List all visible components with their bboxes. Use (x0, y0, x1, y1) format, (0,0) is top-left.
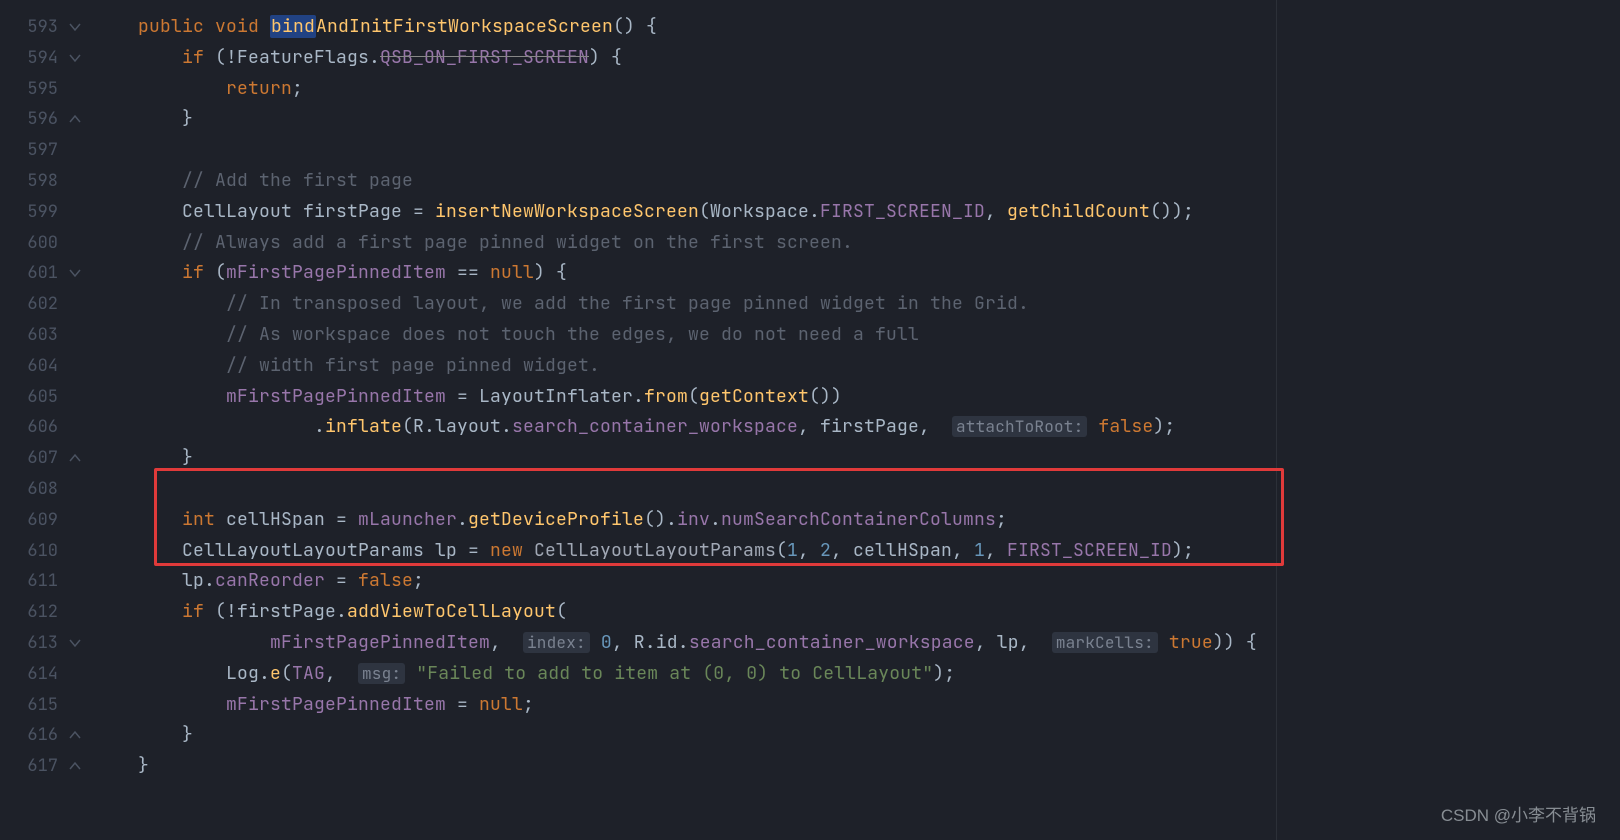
line-number: 613 (0, 628, 58, 659)
code-line[interactable]: CellLayoutLayoutParams lp = new CellLayo… (86, 536, 1620, 567)
code-editor[interactable]: 5935945955965975985996006016026036046056… (0, 0, 1620, 840)
fold-close-icon[interactable] (68, 112, 82, 126)
code-line[interactable]: // width first page pinned widget. (86, 351, 1620, 382)
line-number: 600 (0, 228, 58, 259)
code-line[interactable]: int cellHSpan = mLauncher.getDeviceProfi… (86, 505, 1620, 536)
code-line[interactable]: } (86, 720, 1620, 751)
line-number: 612 (0, 597, 58, 628)
code-line[interactable]: // Add the first page (86, 166, 1620, 197)
line-number: 601 (0, 258, 58, 289)
code-line[interactable]: Log.e(TAG, msg: "Failed to add to item a… (86, 659, 1620, 690)
line-number: 616 (0, 720, 58, 751)
fold-open-icon[interactable] (68, 51, 82, 65)
line-number: 595 (0, 74, 58, 105)
gutter: 5935945955965975985996006016026036046056… (0, 0, 86, 840)
line-number: 607 (0, 443, 58, 474)
line-number: 596 (0, 104, 58, 135)
code-line[interactable] (86, 474, 1620, 505)
code-line[interactable]: // Always add a first page pinned widget… (86, 228, 1620, 259)
line-number: 609 (0, 505, 58, 536)
line-number: 604 (0, 351, 58, 382)
fold-open-icon[interactable] (68, 636, 82, 650)
line-number: 617 (0, 751, 58, 782)
fold-open-icon[interactable] (68, 266, 82, 280)
code-line[interactable] (86, 135, 1620, 166)
code-line[interactable]: if (!FeatureFlags.QSB_ON_FIRST_SCREEN) { (86, 43, 1620, 74)
line-number: 602 (0, 289, 58, 320)
code-area[interactable]: public void bindAndInitFirstWorkspaceScr… (86, 0, 1620, 840)
code-line[interactable]: if (mFirstPagePinnedItem == null) { (86, 258, 1620, 289)
line-number: 599 (0, 197, 58, 228)
line-number: 614 (0, 659, 58, 690)
line-number: 598 (0, 166, 58, 197)
code-line[interactable]: // As workspace does not touch the edges… (86, 320, 1620, 351)
fold-close-icon[interactable] (68, 451, 82, 465)
line-number: 606 (0, 412, 58, 443)
fold-open-icon[interactable] (68, 20, 82, 34)
watermark: CSDN @小李不背锅 (1441, 801, 1596, 826)
code-line[interactable]: mFirstPagePinnedItem = null; (86, 690, 1620, 721)
line-number: 603 (0, 320, 58, 351)
line-number: 605 (0, 382, 58, 413)
code-line[interactable]: mFirstPagePinnedItem = LayoutInflater.fr… (86, 382, 1620, 413)
code-line[interactable]: if (!firstPage.addViewToCellLayout( (86, 597, 1620, 628)
line-number: 610 (0, 536, 58, 567)
code-line[interactable]: lp.canReorder = false; (86, 566, 1620, 597)
line-number: 593 (0, 12, 58, 43)
right-margin-guide (1276, 0, 1277, 840)
line-number: 597 (0, 135, 58, 166)
line-number: 594 (0, 43, 58, 74)
code-line[interactable]: } (86, 104, 1620, 135)
code-line[interactable]: mFirstPagePinnedItem, index: 0, R.id.sea… (86, 628, 1620, 659)
code-line[interactable]: } (86, 443, 1620, 474)
line-number: 611 (0, 566, 58, 597)
code-line[interactable]: public void bindAndInitFirstWorkspaceScr… (86, 12, 1620, 43)
code-line[interactable]: CellLayout firstPage = insertNewWorkspac… (86, 197, 1620, 228)
code-line[interactable]: .inflate(R.layout.search_container_works… (86, 412, 1620, 443)
line-number: 615 (0, 690, 58, 721)
code-line[interactable]: return; (86, 74, 1620, 105)
line-number: 608 (0, 474, 58, 505)
fold-close-icon[interactable] (68, 759, 82, 773)
fold-column (62, 0, 86, 840)
code-line[interactable]: // In transposed layout, we add the firs… (86, 289, 1620, 320)
fold-close-icon[interactable] (68, 728, 82, 742)
code-line[interactable]: } (86, 751, 1620, 782)
